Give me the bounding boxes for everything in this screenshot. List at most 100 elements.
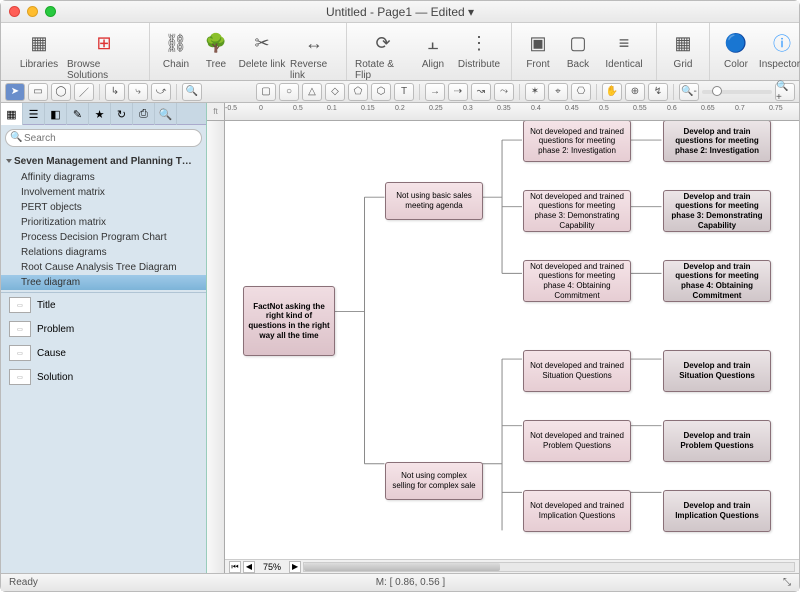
sidebar-tab-2[interactable]: ☰ (23, 103, 45, 125)
tree-button[interactable]: 🌳 Tree (198, 29, 234, 70)
diagram-node[interactable]: Not developed and trained Implication Qu… (523, 490, 631, 532)
libraries-button[interactable]: ▦ Libraries (15, 29, 63, 70)
sidebar-tab-4[interactable]: ✎ (67, 103, 89, 125)
connector-tool-1[interactable]: ↳ (105, 83, 125, 101)
eyedrop-tool[interactable]: ↯ (648, 83, 668, 101)
chain-button[interactable]: ⛓ Chain (158, 29, 194, 70)
rotate-icon: ⟳ (369, 29, 397, 57)
diagram-node[interactable]: Develop and train questions for meeting … (663, 121, 771, 162)
sidebar-tab-search[interactable]: 🔍 (155, 103, 177, 125)
template-thumb-icon: ▭ (9, 345, 31, 361)
diagram-node[interactable]: Develop and train Problem Questions (663, 420, 771, 462)
align-button[interactable]: ⫠ Align (415, 29, 451, 70)
misc-tool-3[interactable]: ⎔ (571, 83, 591, 101)
label: Grid (674, 59, 693, 70)
sidebar-item[interactable]: Affinity diagrams (1, 170, 206, 185)
diagram-node[interactable]: Develop and train Situation Questions (663, 350, 771, 392)
shape-tool-4[interactable]: ◇ (325, 83, 345, 101)
template-item[interactable]: ▭Solution (1, 365, 206, 389)
diagram-mid-1[interactable]: Not using basic sales meeting agenda (385, 182, 483, 220)
rotate-flip-button[interactable]: ⟳ Rotate & Flip (355, 29, 411, 81)
sidebar-tab-7[interactable]: ⎙ (133, 103, 155, 125)
rect-tool[interactable]: ▭ (28, 83, 48, 101)
main-toolbar: ▦ Libraries ⊞ Browse Solutions ⛓ Chain 🌳… (1, 23, 799, 81)
stamp-tool[interactable]: ⊕ (625, 83, 645, 101)
grid-icon: ▦ (669, 29, 697, 57)
sidebar-item[interactable]: Process Decision Program Chart (1, 230, 206, 245)
canvas[interactable]: FactNot asking the right kind of questio… (225, 121, 799, 559)
sidebar-item[interactable]: Relations diagrams (1, 245, 206, 260)
zoom-value[interactable]: 75% (257, 562, 287, 572)
scroll-prev-button[interactable]: ◀ (243, 561, 255, 573)
shape-tool-6[interactable]: ⬡ (371, 83, 391, 101)
shape-tool-2[interactable]: ○ (279, 83, 299, 101)
sidebar-section-header[interactable]: Seven Management and Planning T… (1, 153, 206, 170)
template-item[interactable]: ▭Title (1, 293, 206, 317)
browse-solutions-button[interactable]: ⊞ Browse Solutions (67, 29, 141, 81)
diagram-node[interactable]: Not developed and trained Problem Questi… (523, 420, 631, 462)
sidebar-tab-6[interactable]: ↻ (111, 103, 133, 125)
template-item[interactable]: ▭Cause (1, 341, 206, 365)
line-tool[interactable]: ／ (74, 83, 94, 101)
connector-tool-2[interactable]: ⤷ (128, 83, 148, 101)
shape-tool-3[interactable]: △ (302, 83, 322, 101)
scroll-next-button[interactable]: ▶ (289, 561, 301, 573)
diagram-mid-2[interactable]: Not using complex selling for complex sa… (385, 462, 483, 500)
hand-tool[interactable]: ✋ (602, 83, 622, 101)
diagram-node[interactable]: Not developed and trained questions for … (523, 121, 631, 162)
scroll-track[interactable] (303, 562, 795, 572)
template-label: Problem (37, 324, 74, 335)
arrow-tool-3[interactable]: ↝ (471, 83, 491, 101)
arrow-tool-1[interactable]: → (425, 83, 445, 101)
zoom-slider[interactable] (702, 90, 772, 94)
misc-tool-1[interactable]: ✶ (525, 83, 545, 101)
sidebar-item[interactable]: Involvement matrix (1, 185, 206, 200)
distribute-button[interactable]: ⋮ Distribute (455, 29, 503, 70)
sidebar-item[interactable]: Root Cause Analysis Tree Diagram (1, 260, 206, 275)
status-left: Ready (9, 577, 38, 588)
sidebar-tab-shapes[interactable]: ▦ (1, 103, 23, 125)
scroll-first-button[interactable]: ⏮ (229, 561, 241, 573)
text-tool[interactable]: T (394, 83, 414, 101)
scroll-thumb[interactable] (304, 563, 500, 571)
front-button[interactable]: ▣ Front (520, 29, 556, 70)
diagram-node[interactable]: Not developed and trained Situation Ques… (523, 350, 631, 392)
identical-button[interactable]: ≡ Identical (600, 29, 648, 70)
diagram-node[interactable]: Develop and train Implication Questions (663, 490, 771, 532)
reverse-link-button[interactable]: ↔ Reverse link (290, 29, 338, 81)
sidebar-item[interactable]: Prioritization matrix (1, 215, 206, 230)
template-list: ▭Title▭Problem▭Cause▭Solution (1, 292, 206, 389)
sidebar-item[interactable]: PERT objects (1, 200, 206, 215)
sidebar-item[interactable]: Tree diagram (1, 275, 206, 290)
search-tool[interactable]: 🔍 (182, 83, 202, 101)
back-button[interactable]: ▢ Back (560, 29, 596, 70)
sidebar-tab-3[interactable]: ◧ (45, 103, 67, 125)
pointer-tool[interactable]: ➤ (5, 83, 25, 101)
shape-tool-5[interactable]: ⬠ (348, 83, 368, 101)
zoom-out-button[interactable]: 🔍- (679, 83, 699, 101)
template-label: Title (37, 300, 56, 311)
label: Color (724, 59, 748, 70)
grid-button[interactable]: ▦ Grid (665, 29, 701, 70)
search-input[interactable] (5, 129, 202, 147)
diagram-node[interactable]: Develop and train questions for meeting … (663, 190, 771, 232)
arrow-tool-4[interactable]: ⤳ (494, 83, 514, 101)
sidebar-tab-5[interactable]: ★ (89, 103, 111, 125)
canvas-area: ft -0.500.50.10.150.20.250.30.350.40.450… (207, 103, 799, 573)
ellipse-tool[interactable]: ◯ (51, 83, 71, 101)
color-button[interactable]: 🔵 Color (718, 29, 754, 70)
diagram-root[interactable]: FactNot asking the right kind of questio… (243, 286, 335, 356)
tree-icon: 🌳 (202, 29, 230, 57)
diagram-node[interactable]: Not developed and trained questions for … (523, 260, 631, 302)
shape-tool-1[interactable]: ▢ (256, 83, 276, 101)
connector-tool-3[interactable]: ⤻ (151, 83, 171, 101)
template-item[interactable]: ▭ Problem (1, 317, 206, 341)
inspectors-button[interactable]: ⓘ Inspectors (758, 29, 800, 70)
template-thumb-icon: ▭ (9, 321, 31, 337)
diagram-node[interactable]: Not developed and trained questions for … (523, 190, 631, 232)
misc-tool-2[interactable]: ⌖ (548, 83, 568, 101)
delete-link-button[interactable]: ✂ Delete link (238, 29, 286, 70)
diagram-node[interactable]: Develop and train questions for meeting … (663, 260, 771, 302)
arrow-tool-2[interactable]: ⇢ (448, 83, 468, 101)
zoom-in-button[interactable]: 🔍+ (775, 83, 795, 101)
